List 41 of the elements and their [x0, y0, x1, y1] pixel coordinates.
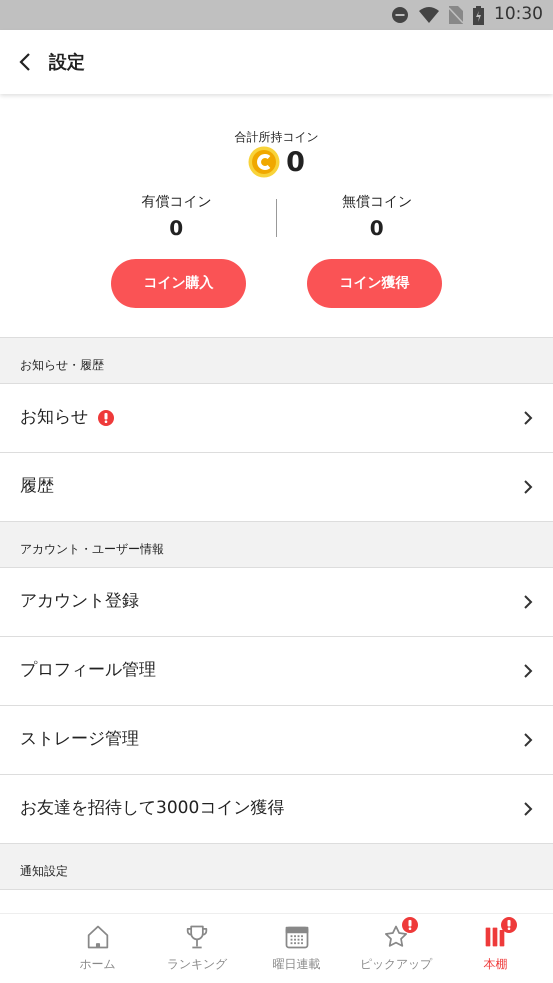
coin-action-button[interactable]: コイン獲得 — [307, 259, 442, 308]
settings-row-label: ストレージ管理 — [20, 728, 139, 752]
free-coins-value: 0 — [370, 215, 384, 242]
settings-row-label: プロフィール管理 — [20, 659, 156, 682]
nav-tab[interactable]: ホーム — [48, 914, 148, 983]
settings-row[interactable]: お知らせ — [0, 384, 553, 453]
chevron-right-icon — [523, 801, 533, 817]
page-title: 設定 — [49, 50, 85, 74]
settings-row[interactable]: ストレージ管理 — [0, 706, 553, 775]
chevron-right-icon — [523, 732, 533, 748]
settings-row[interactable]: プロフィール管理 — [0, 637, 553, 706]
section-header: お知らせ・履歴 — [20, 357, 104, 374]
free-coins-label: 無償コイン — [342, 193, 412, 212]
do-not-disturb-icon — [391, 6, 409, 24]
settings-row[interactable]: アカウント登録 — [0, 568, 553, 637]
battery-charging-icon — [473, 6, 484, 24]
total-coins-label: 合計所持コイン — [234, 129, 318, 146]
settings-row-label: お友達を招待して3000コイン獲得 — [20, 797, 284, 820]
settings-row[interactable]: お友達を招待して3000コイン獲得 — [0, 775, 553, 844]
chevron-right-icon — [523, 410, 533, 426]
total-coins-value: 0 — [286, 148, 305, 176]
nav-tab[interactable]: 本棚 — [446, 914, 546, 983]
settings-row-label: 履歴 — [20, 475, 54, 498]
chevron-right-icon — [523, 594, 533, 610]
settings-row-label: お知らせ — [20, 406, 88, 430]
coin-action-button[interactable]: コイン購入 — [111, 259, 246, 308]
nav-tab[interactable]: ピックアップ — [346, 914, 446, 983]
paid-coins-value: 0 — [169, 215, 184, 242]
nav-tab[interactable]: ランキング — [147, 914, 247, 983]
coin-icon — [248, 146, 280, 178]
settings-row[interactable]: 履歴 — [0, 453, 553, 522]
nav-tab[interactable]: 曜日連載 — [246, 914, 346, 983]
settings-row-label: アカウント登録 — [20, 590, 139, 614]
chevron-right-icon — [523, 663, 533, 679]
paid-coins-label: 有償コイン — [141, 193, 212, 212]
no-sim-icon — [449, 6, 463, 24]
section-header: 通知設定 — [20, 863, 68, 880]
chevron-right-icon — [523, 479, 533, 495]
section-header: アカウント・ユーザー情報 — [20, 541, 164, 558]
wifi-icon — [419, 7, 439, 23]
clock: 10:30 — [494, 3, 543, 26]
